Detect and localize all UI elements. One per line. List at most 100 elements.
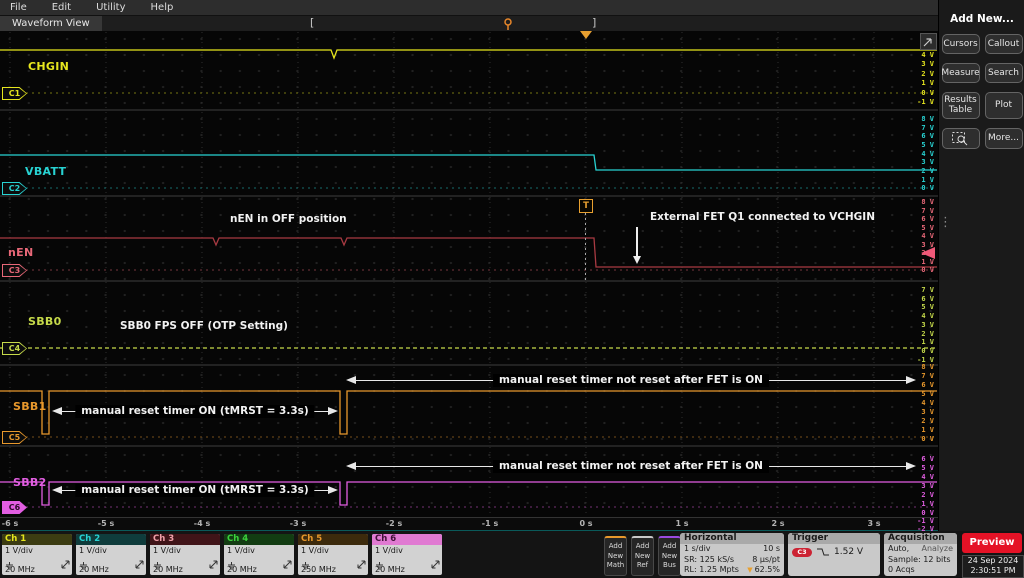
trigger-t-marker[interactable]: T — [579, 199, 593, 213]
zoom-bracket-left[interactable]: [ — [310, 16, 314, 30]
add-new-plot-button[interactable]: Plot — [984, 92, 1023, 119]
annotation-span-label: manual reset timer not reset after FET i… — [493, 374, 769, 387]
annotation-text: External FET Q1 connected to VCHGIN — [650, 211, 875, 223]
trigger-panel[interactable]: Trigger C3 1.52 V — [788, 533, 880, 576]
channel-label-sbb0: SBB0 — [28, 315, 62, 328]
menu-item-edit[interactable]: Edit — [42, 2, 86, 13]
position-icon: ▼ — [747, 566, 753, 574]
channel-badge-header: Ch 3 — [150, 534, 220, 545]
arrowhead-left-icon — [346, 376, 356, 384]
scale-label-c1: -1 V — [917, 98, 934, 106]
datetime-display: 24 Sep 2024 2:30:51 PM — [962, 555, 1024, 578]
channel-badge-c5[interactable]: C5 — [2, 431, 27, 444]
zoom-box-icon — [952, 131, 968, 146]
button-line: Add — [635, 542, 650, 551]
add-new-callout-button[interactable]: Callout — [984, 34, 1023, 54]
tab-waveform-view[interactable]: Waveform View — [0, 16, 102, 31]
button-line: Add — [662, 542, 677, 551]
volts-per-div: 1 V/div — [5, 546, 33, 555]
scale-label-c5: 5 V — [921, 390, 934, 398]
add-new-search-button[interactable]: Search — [984, 63, 1023, 83]
horizontal-position: 62.5% — [754, 565, 780, 574]
channel-badge-body: 1 V/div 20 MHz — [372, 545, 442, 575]
channel-badge-header: Ch 2 — [76, 534, 146, 545]
horizontal-panel[interactable]: Horizontal 1 s/div 10 s SR: 125 kS/s 8 µ… — [680, 533, 784, 576]
channel-settings-badge-ch3[interactable]: Ch 31 V/div 20 MHz — [150, 534, 220, 575]
bottom-bar: Ch 11 V/div 20 MHz Ch 21 V/div 20 MHz Ch 31 … — [0, 531, 1024, 578]
horizontal-sample-rate: SR: 125 kS/s — [684, 554, 735, 564]
waveform-overlay: CHGIN C1 4 V3 V2 V1 V0 V -1 V VBATT C2 8 V7 V6… — [0, 0, 1024, 578]
pan-icon-wrap — [357, 554, 366, 573]
menu-item-utility[interactable]: Utility — [86, 2, 140, 13]
scale-label-c5: 3 V — [921, 408, 934, 416]
annotation-arrow-span: manual reset timer ON (tMRST = 3.3s) — [52, 484, 338, 497]
time-tick-label: -2 s — [385, 519, 403, 528]
scale-label-c5: 4 V — [921, 399, 934, 407]
scale-label-c3: 7 V — [921, 207, 934, 215]
pan-icon-wrap — [431, 554, 440, 573]
trigger-level: 1.52 V — [834, 547, 864, 557]
channel-settings-badge-ch1[interactable]: Ch 11 V/div 20 MHz — [2, 534, 72, 575]
annotation-text: nEN in OFF position — [230, 213, 347, 225]
trigger-level-arrow-icon[interactable] — [921, 247, 935, 259]
preview-button[interactable]: Preview — [962, 533, 1022, 553]
scale-label-c6: -1 V — [917, 517, 934, 525]
menu-item-file[interactable]: File — [0, 2, 42, 13]
scale-label-c1: 0 V — [921, 89, 934, 97]
annotation-span-label: manual reset timer not reset after FET i… — [493, 460, 769, 473]
menu-bar: File Edit Utility Help — [0, 0, 1024, 16]
channel-badge-c1[interactable]: C1 — [2, 87, 27, 100]
scale-label-c3: 6 V — [921, 215, 934, 223]
channel-settings-badge-ch2[interactable]: Ch 21 V/div 20 MHz — [76, 534, 146, 575]
channel-badge-c3[interactable]: C3 — [2, 264, 27, 277]
add-new-more-button[interactable]: More... — [984, 127, 1023, 149]
add-new-zoom-box-icon-button[interactable] — [941, 127, 980, 149]
down-arrow-head-icon — [632, 256, 641, 264]
scale-label-c2: 8 V — [921, 115, 934, 123]
bandwidth: 20 MHz — [79, 565, 109, 574]
add-new-results-table-button[interactable]: Results Table — [941, 92, 980, 119]
channel-badge-c6[interactable]: C6 — [2, 501, 27, 514]
zoom-bracket-right[interactable]: ] — [592, 16, 596, 30]
pan-arrows-icon — [283, 560, 292, 569]
time-tick-label: -6 s — [1, 519, 19, 528]
channel-badge-header: Ch 6 — [372, 534, 442, 545]
horizontal-title: Horizontal — [680, 533, 784, 544]
scale-label-c3: 4 V — [921, 232, 934, 240]
pan-icon-wrap — [283, 554, 292, 573]
channel-badge-c2[interactable]: C2 — [2, 182, 27, 195]
add-new-ref-button[interactable]: Add New Ref — [631, 536, 654, 576]
bandwidth: 20 MHz — [153, 565, 183, 574]
scale-label-c6: 0 V — [921, 509, 934, 517]
trigger-position-icon[interactable] — [580, 31, 592, 39]
add-new-cursors-button[interactable]: Cursors — [941, 34, 980, 54]
channel-badge-c4[interactable]: C4 — [2, 342, 27, 355]
acquisition-panel[interactable]: Acquisition Auto, Analyze Sample: 12 bit… — [884, 533, 957, 576]
bandwidth: 20 MHz — [375, 565, 405, 574]
channel-settings-badge-ch4[interactable]: Ch 41 V/div 20 MHz — [224, 534, 294, 575]
channel-label-sbb2: SBB2 — [13, 476, 47, 489]
resize-corner-icon[interactable] — [920, 33, 937, 50]
add-new-bus-button[interactable]: Add New Bus — [658, 536, 681, 576]
arrowhead-right-icon — [328, 486, 338, 494]
arrowhead-left-icon — [52, 486, 62, 494]
add-new-math-button[interactable]: Add New Math — [604, 536, 627, 576]
scale-label-c5: 1 V — [921, 426, 934, 434]
pan-arrows-icon — [357, 560, 366, 569]
channel-settings-badge-ch5[interactable]: Ch 51 V/div 250 MHz — [298, 534, 368, 575]
search-marker-icon[interactable] — [503, 16, 513, 35]
scale-label-c3: 8 V — [921, 198, 934, 206]
add-new-measure-button[interactable]: Measure — [941, 63, 980, 83]
menu-item-help[interactable]: Help — [141, 2, 189, 13]
channel-badge-header: Ch 1 — [2, 534, 72, 545]
horizontal-resolution: 8 µs/pt — [752, 554, 780, 564]
channel-settings-badge-ch6[interactable]: Ch 61 V/div 20 MHz — [372, 534, 442, 575]
channel-label-vbatt: VBATT — [25, 165, 67, 178]
scale-label-c2: 4 V — [921, 150, 934, 158]
scale-label-c4: 5 V — [921, 303, 934, 311]
pan-arrows-icon — [209, 560, 218, 569]
panel-splitter-handle[interactable]: ⋮ — [939, 215, 952, 230]
arrowhead-left-icon — [52, 407, 62, 415]
scale-label-c4: 4 V — [921, 312, 934, 320]
pan-icon-wrap — [61, 554, 70, 573]
